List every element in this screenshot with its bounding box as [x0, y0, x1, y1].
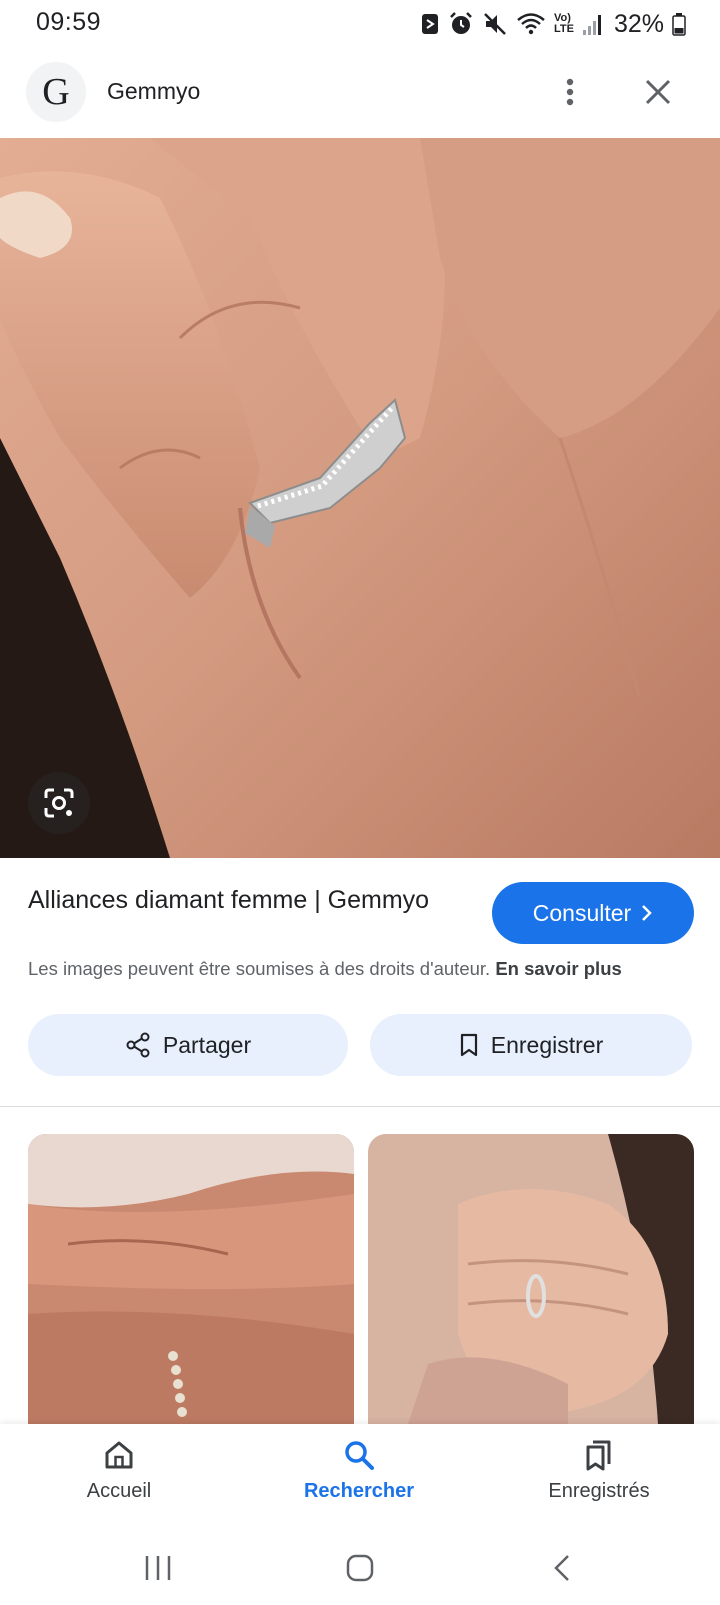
more-vert-icon [566, 78, 574, 106]
network-type: Vo) LTE [554, 13, 574, 35]
back-button[interactable] [532, 1548, 592, 1588]
google-lens-button[interactable] [28, 772, 90, 834]
nav-search-label: Rechercher [303, 1480, 415, 1502]
consult-button[interactable]: Consulter [492, 882, 694, 944]
copyright-text: Les images peuvent être soumises à des d… [28, 958, 491, 979]
close-icon [645, 79, 671, 105]
copyright-notice: Les images peuvent être soumises à des d… [28, 958, 622, 980]
hand-with-ring-photo [0, 138, 720, 858]
nav-saved[interactable]: Enregistrés [509, 1438, 689, 1503]
share-icon [126, 1032, 150, 1058]
result-image[interactable] [0, 138, 720, 858]
recents-button[interactable] [128, 1548, 188, 1588]
related-image-2[interactable] [368, 1134, 694, 1424]
mute-icon [484, 13, 506, 35]
related-ring-photo-1 [28, 1134, 354, 1424]
consult-label: Consulter [532, 899, 632, 926]
more-options-button[interactable] [550, 70, 590, 114]
recents-icon [145, 1556, 171, 1580]
system-home-button[interactable] [330, 1548, 390, 1588]
related-image-1[interactable] [28, 1134, 354, 1424]
nav-home-label: Accueil [86, 1480, 152, 1502]
battery-percent: 32% [613, 9, 664, 38]
share-label: Partager [162, 1031, 252, 1058]
bookmark-icon [460, 1033, 477, 1057]
site-name[interactable]: Gemmyo [107, 78, 200, 105]
save-label: Enregistrer [490, 1031, 604, 1058]
learn-more-link[interactable]: En savoir plus [495, 958, 621, 979]
alarm-icon [450, 12, 472, 34]
result-title[interactable]: Alliances diamant femme | Gemmyo [28, 882, 468, 918]
search-icon [345, 1441, 374, 1470]
nav-search[interactable]: Rechercher [269, 1438, 449, 1503]
close-button[interactable] [636, 70, 680, 114]
network-label-bottom: LTE [553, 23, 574, 35]
site-header: G Gemmyo [0, 58, 720, 136]
share-button[interactable]: Partager [28, 1014, 348, 1076]
chevron-right-icon [642, 905, 652, 921]
battery-icon [672, 13, 686, 36]
site-logo: G [26, 62, 86, 122]
nav-saved-label: Enregistrés [548, 1480, 650, 1502]
bottom-navigation: Accueil Rechercher Enregistrés [0, 1424, 720, 1530]
wifi-icon [517, 13, 545, 35]
home-icon [105, 1441, 133, 1469]
bookmarks-icon [586, 1440, 611, 1471]
related-ring-photo-2 [368, 1134, 694, 1424]
status-time: 09:59 [36, 8, 102, 36]
lens-icon [44, 788, 74, 818]
divider [0, 1106, 720, 1107]
nav-home[interactable]: Accueil [29, 1438, 209, 1503]
system-navigation [0, 1530, 720, 1605]
status-icons: Vo) LTE 32% [420, 9, 686, 39]
save-button[interactable]: Enregistrer [370, 1014, 692, 1076]
signal-icon [582, 15, 601, 35]
status-bar: 09:59 Vo) LTE 32% [0, 0, 720, 52]
back-icon [554, 1555, 569, 1581]
nfc-icon [421, 14, 438, 34]
system-home-icon [346, 1554, 374, 1582]
